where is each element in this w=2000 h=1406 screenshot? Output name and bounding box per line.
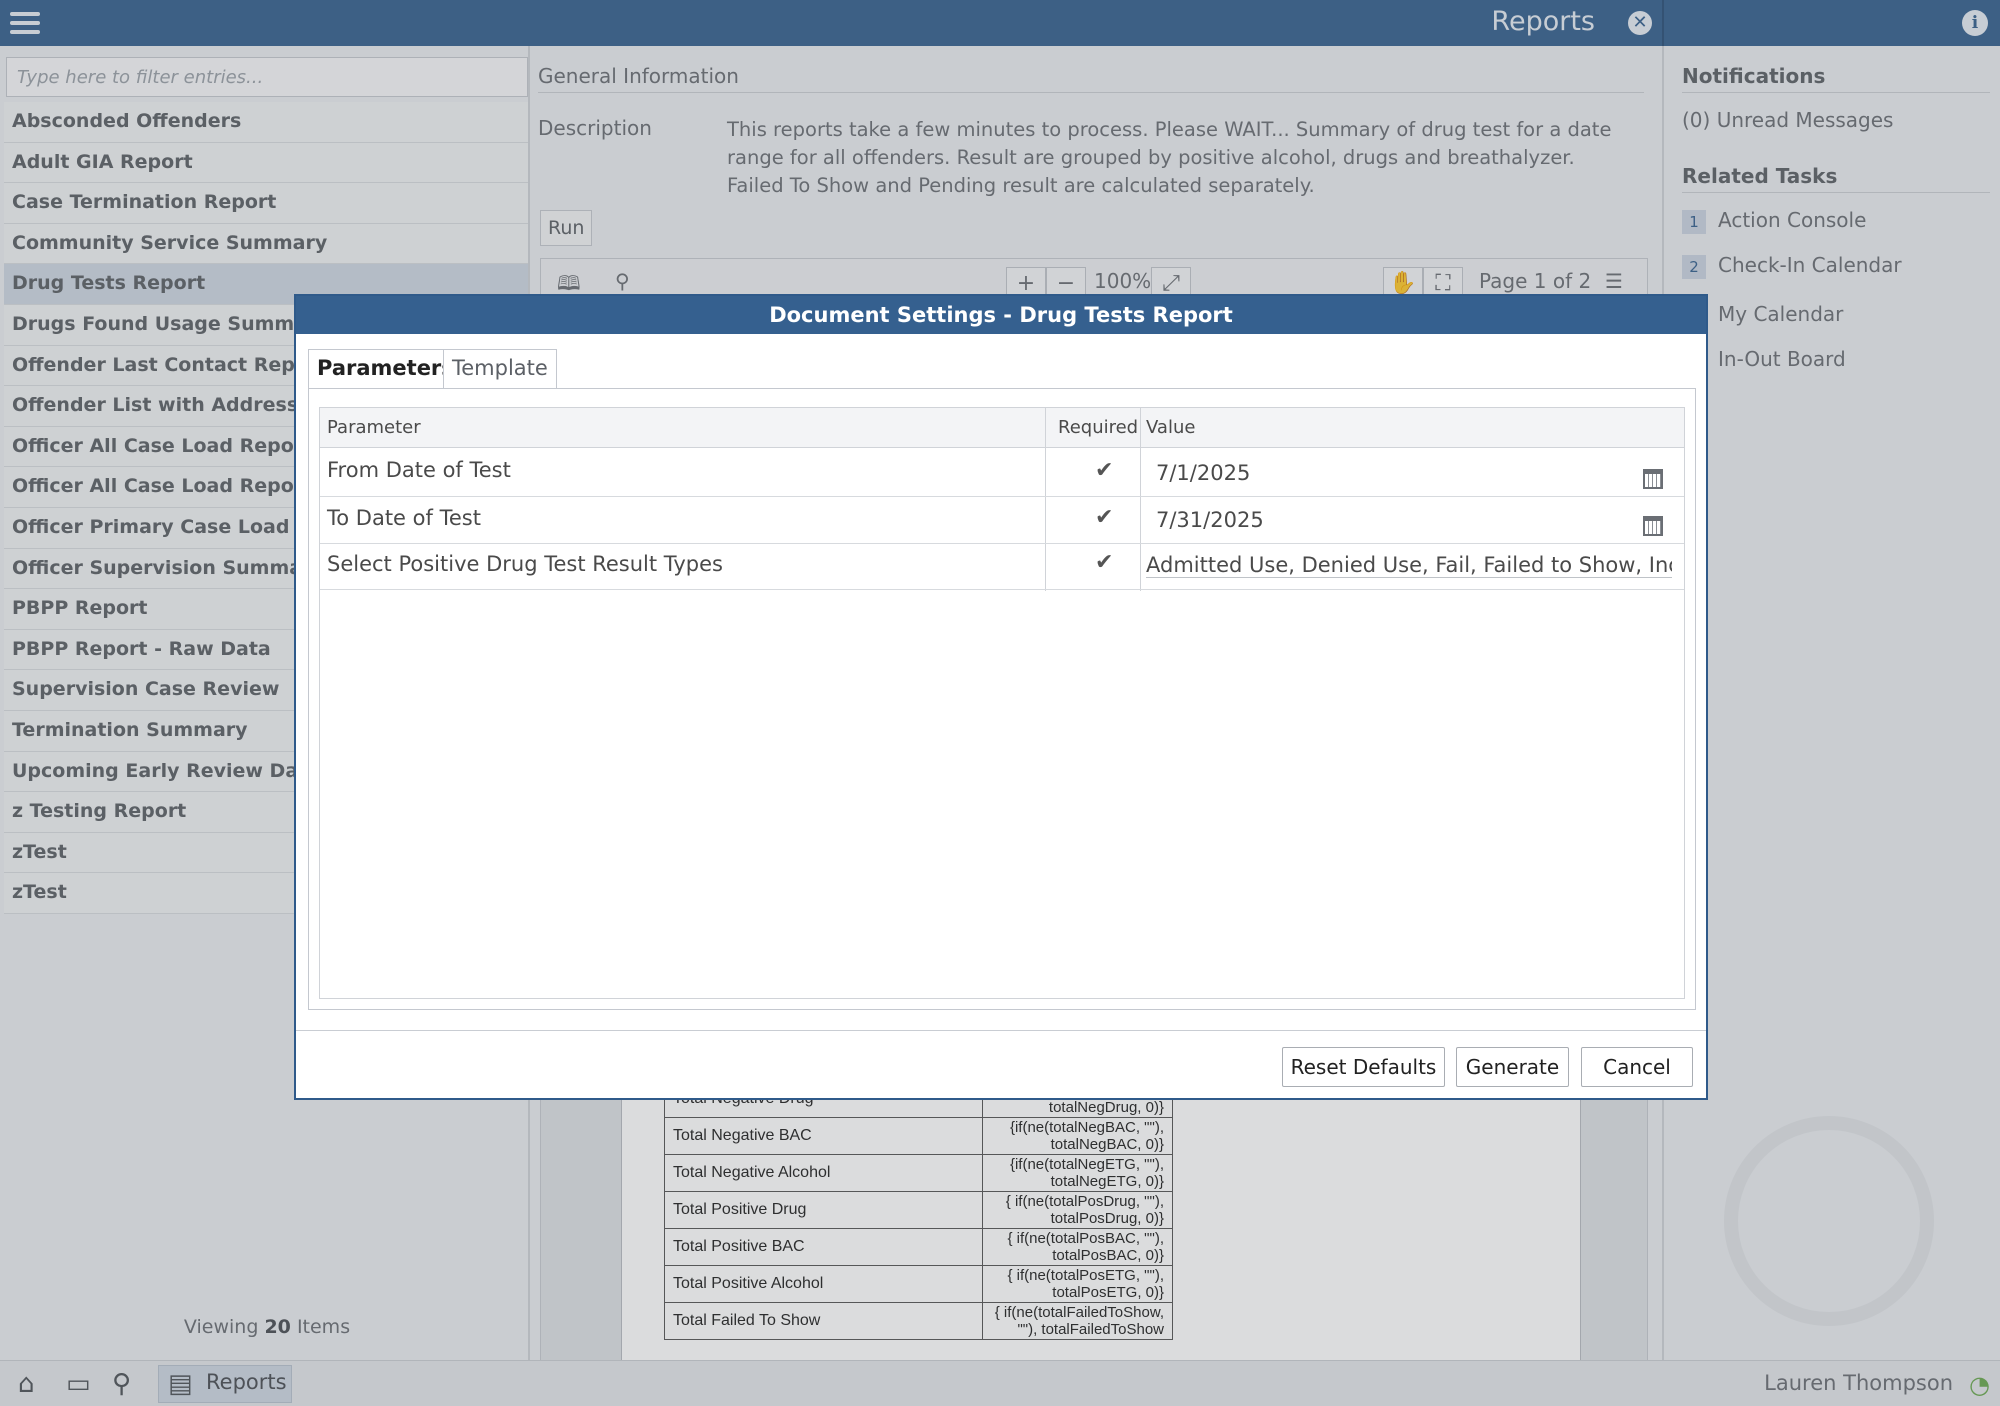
grid-header: Parameter Required Value bbox=[320, 408, 1684, 448]
table-row[interactable]: Select Positive Drug Test Result Types ✔… bbox=[320, 544, 1684, 590]
parameter-grid: Parameter Required Value From Date of Te… bbox=[319, 407, 1685, 999]
from-date-field[interactable]: 7/1/2025 bbox=[1156, 461, 1690, 485]
parameter-name: From Date of Test bbox=[327, 458, 511, 482]
tab-parameters[interactable]: Parameters bbox=[308, 349, 463, 389]
column-header-parameter: Parameter bbox=[327, 417, 421, 438]
dialog-title: Document Settings - Drug Tests Report bbox=[296, 296, 1706, 334]
required-check-icon: ✔ bbox=[1095, 458, 1114, 483]
calendar-icon[interactable] bbox=[1643, 516, 1663, 536]
generate-button[interactable]: Generate bbox=[1456, 1047, 1569, 1087]
calendar-icon[interactable] bbox=[1643, 469, 1663, 489]
required-check-icon: ✔ bbox=[1095, 550, 1114, 575]
dialog-footer: Reset Defaults Generate Cancel bbox=[296, 1030, 1706, 1100]
to-date-field[interactable]: 7/31/2025 bbox=[1156, 508, 1690, 532]
column-header-value: Value bbox=[1146, 417, 1196, 438]
parameters-panel: Parameter Required Value From Date of Te… bbox=[308, 388, 1696, 1010]
result-types-field[interactable]: Admitted Use, Denied Use, Fail, Failed t… bbox=[1146, 553, 1672, 578]
tab-template[interactable]: Template bbox=[443, 349, 557, 389]
table-row[interactable]: To Date of Test ✔ 7/31/2025 bbox=[320, 497, 1684, 544]
cancel-button[interactable]: Cancel bbox=[1581, 1047, 1693, 1087]
required-check-icon: ✔ bbox=[1095, 505, 1114, 530]
reset-defaults-button[interactable]: Reset Defaults bbox=[1282, 1047, 1445, 1087]
table-row[interactable]: From Date of Test ✔ 7/1/2025 bbox=[320, 448, 1684, 497]
document-settings-dialog: Document Settings - Drug Tests Report Pa… bbox=[294, 294, 1708, 1100]
parameter-name: Select Positive Drug Test Result Types bbox=[327, 552, 723, 576]
column-header-required: Required bbox=[1058, 417, 1139, 438]
parameter-name: To Date of Test bbox=[327, 506, 481, 530]
